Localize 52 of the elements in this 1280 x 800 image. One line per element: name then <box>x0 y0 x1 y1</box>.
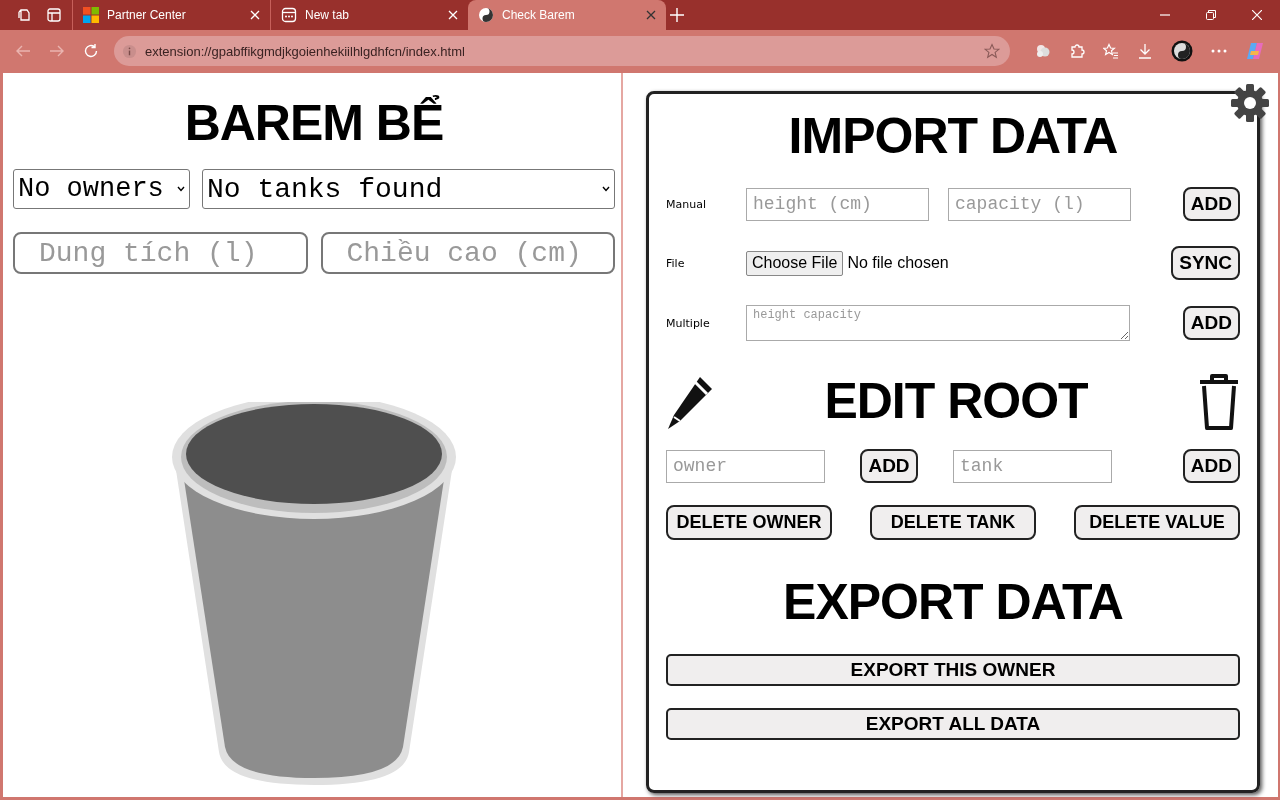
chevron-icon <box>602 186 610 192</box>
section-title: EXPORT DATA <box>783 573 1123 632</box>
delete-button[interactable]: DELETE VALUE <box>1074 505 1240 540</box>
favorites-icon[interactable] <box>1103 43 1119 59</box>
plus-icon[interactable] <box>670 8 684 22</box>
tab-actions-icon[interactable] <box>46 7 62 23</box>
four-squares-icon <box>83 7 99 23</box>
close-icon[interactable] <box>646 10 656 20</box>
download-icon[interactable] <box>1137 43 1153 59</box>
multiple-textarea[interactable]: height capacity <box>746 305 1130 341</box>
delete-button[interactable]: DELETE OWNER <box>666 505 832 540</box>
delete-button[interactable]: DELETE TANK <box>870 505 1036 540</box>
action-button[interactable]: SYNC <box>1171 246 1240 280</box>
more-icon[interactable] <box>1211 49 1227 53</box>
section-title: EDIT ROOT <box>824 372 1088 431</box>
profile-avatar-icon[interactable] <box>1171 40 1193 62</box>
tank-field[interactable]: tank <box>953 449 1112 483</box>
add-tank-button[interactable]: ADD <box>1182 449 1240 483</box>
row-label: Multiple <box>666 316 711 330</box>
cloud-icon[interactable] <box>1035 43 1051 59</box>
workspaces-icon[interactable] <box>16 7 32 23</box>
yin-yang-icon <box>478 7 494 23</box>
tank-select[interactable]: No tanks found <box>202 169 615 209</box>
capacity-field[interactable]: Dung tích (l) <box>13 232 308 274</box>
text-field[interactable]: height (cm) <box>746 187 929 221</box>
action-button[interactable]: ADD <box>1182 187 1240 221</box>
info-icon <box>122 43 137 59</box>
new-tab-icon <box>281 7 297 23</box>
star-icon[interactable] <box>984 43 1000 59</box>
export-button[interactable]: EXPORT THIS OWNER <box>666 654 1240 686</box>
browser-tab[interactable]: Partner Center <box>72 0 270 30</box>
row-label: File <box>666 256 686 270</box>
owner-select[interactable]: No owners <box>13 169 190 209</box>
file-status: No file chosen <box>847 254 949 272</box>
chevron-icon <box>177 186 185 192</box>
restore-icon[interactable] <box>1206 10 1216 20</box>
row-label: Manual <box>666 197 707 211</box>
action-button[interactable]: ADD <box>1182 306 1240 340</box>
height-field[interactable]: Chiều cao (cm) <box>320 232 615 274</box>
choose-file-button[interactable]: Choose File <box>746 250 844 276</box>
page-title: BAREM BỂ <box>184 94 444 153</box>
add-owner-button[interactable]: ADD <box>860 449 918 483</box>
reload-icon[interactable] <box>83 43 99 59</box>
export-button[interactable]: EXPORT ALL DATA <box>666 708 1240 740</box>
text-field[interactable]: capacity (l) <box>948 187 1131 221</box>
owner-field[interactable]: owner <box>666 449 825 483</box>
trash-icon[interactable] <box>1198 374 1240 432</box>
puzzle-icon[interactable] <box>1069 43 1085 59</box>
address-bar[interactable]: extension://gpabffikgmdjkgoienhekiilhlgdhfcn/index.html <box>114 36 1010 66</box>
pencil-icon[interactable] <box>666 375 714 431</box>
settings-icon[interactable] <box>1230 83 1270 123</box>
section-title: IMPORT DATA <box>788 107 1118 166</box>
